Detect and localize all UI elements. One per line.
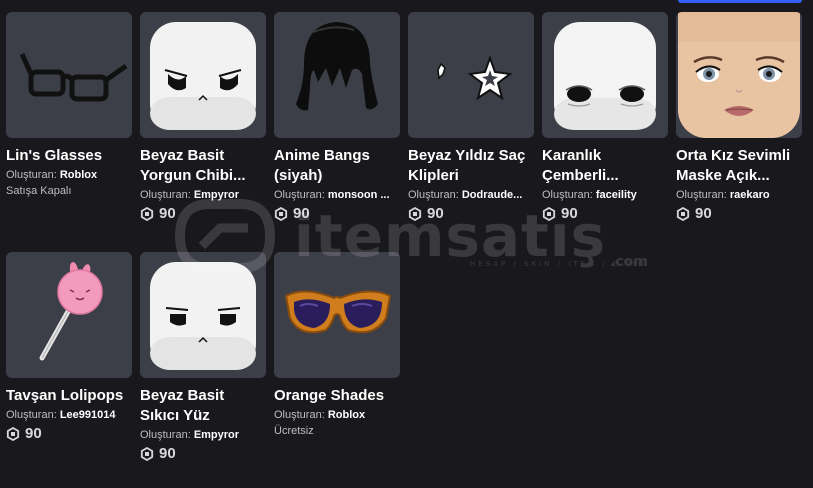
item-card[interactable]: Lin's Glasses Oluşturan: Roblox Satışa K… — [6, 12, 132, 248]
item-creator: Oluşturan: Empyror — [140, 429, 240, 441]
creator-link[interactable]: Roblox — [328, 409, 365, 421]
price-value: 90 — [427, 205, 444, 222]
robux-icon — [542, 207, 556, 221]
creator-link[interactable]: raekaro — [730, 189, 770, 201]
selected-tab-indicator — [678, 0, 802, 3]
robux-icon — [140, 207, 154, 221]
orange-shades-image — [284, 290, 392, 334]
item-thumbnail[interactable] — [6, 12, 132, 138]
item-name[interactable]: Anime Bangs (siyah) — [274, 146, 400, 186]
item-thumbnail[interactable] — [274, 12, 400, 138]
glasses-image — [19, 52, 128, 102]
item-card[interactable]: Orange Shades Oluşturan: Roblox Ücretsiz — [274, 252, 400, 488]
item-price: 90 — [6, 425, 132, 443]
item-card[interactable]: Tavşan Lolipops Oluşturan: Lee991014 90 — [6, 252, 132, 488]
item-creator: Oluşturan: raekaro — [676, 189, 770, 201]
item-creator: Oluşturan: Empyror — [140, 189, 240, 201]
item-status: Satışa Kapalı — [6, 185, 72, 197]
price-value: 90 — [25, 425, 42, 442]
item-name[interactable]: Tavşan Lolipops — [6, 386, 132, 406]
item-price: 90 — [274, 205, 400, 223]
item-card[interactable]: Beyaz Basit Yorgun Chibi... Oluşturan: E… — [140, 12, 266, 248]
item-name[interactable]: Orta Kız Sevimli Maske Açık... — [676, 146, 802, 186]
price-value: 90 — [159, 445, 176, 462]
item-thumbnail[interactable] — [140, 12, 266, 138]
item-thumbnail[interactable] — [140, 252, 266, 378]
item-thumbnail[interactable] — [408, 12, 534, 138]
item-card[interactable]: Karanlık Çemberli... Oluşturan: faceilit… — [542, 12, 668, 248]
item-thumbnail[interactable] — [542, 12, 668, 138]
white-face-tired-image — [150, 22, 256, 130]
item-price: 90 — [542, 205, 668, 223]
item-name[interactable]: Orange Shades — [274, 386, 400, 406]
price-value: 90 — [695, 205, 712, 222]
cute-mask-face-image — [678, 12, 800, 138]
item-price: 90 — [140, 445, 266, 463]
item-creator: Oluşturan: Dodraude... — [408, 189, 523, 201]
creator-link[interactable]: Dodraude... — [462, 189, 523, 201]
star-hair-clips-image — [437, 55, 513, 101]
white-face-bored-image — [150, 262, 256, 370]
creator-link[interactable]: Empyror — [194, 429, 239, 441]
item-price: 90 — [676, 205, 802, 223]
item-thumbnail[interactable] — [274, 252, 400, 378]
item-card[interactable]: Orta Kız Sevimli Maske Açık... Oluşturan… — [676, 12, 802, 248]
creator-link[interactable]: faceility — [596, 189, 637, 201]
robux-icon — [140, 447, 154, 461]
item-name[interactable]: Beyaz Basit Yorgun Chibi... — [140, 146, 266, 186]
item-creator: Oluşturan: Roblox — [6, 169, 98, 181]
item-creator: Oluşturan: faceility — [542, 189, 637, 201]
creator-link[interactable]: Lee991014 — [60, 409, 116, 421]
robux-icon — [676, 207, 690, 221]
item-thumbnail[interactable] — [6, 252, 132, 378]
creator-link[interactable]: Empyror — [194, 189, 239, 201]
item-price: 90 — [408, 205, 534, 223]
item-creator: Oluşturan: Roblox — [274, 409, 366, 421]
item-creator: Oluşturan: monsoon ... — [274, 189, 390, 201]
creator-link[interactable]: Roblox — [60, 169, 97, 181]
price-value: 90 — [159, 205, 176, 222]
item-price: 90 — [140, 205, 266, 223]
item-thumbnail[interactable] — [676, 12, 802, 138]
item-name[interactable]: Lin's Glasses — [6, 146, 132, 166]
robux-icon — [408, 207, 422, 221]
bunny-lollipop-image — [39, 262, 103, 361]
item-card[interactable]: Anime Bangs (siyah) Oluşturan: monsoon .… — [274, 12, 400, 248]
creator-link[interactable]: monsoon ... — [328, 189, 390, 201]
item-name[interactable]: Beyaz Basit Sıkıcı Yüz — [140, 386, 266, 426]
black-hair-bangs-image — [296, 22, 378, 111]
item-creator: Oluşturan: Lee991014 — [6, 409, 116, 421]
catalog-grid: Lin's Glasses Oluşturan: Roblox Satışa K… — [6, 12, 802, 488]
item-card[interactable]: Beyaz Yıldız Saç Klipleri Oluşturan: Dod… — [408, 12, 534, 248]
robux-icon — [274, 207, 288, 221]
robux-icon — [6, 427, 20, 441]
price-value: 90 — [561, 205, 578, 222]
price-value: 90 — [293, 205, 310, 222]
item-status: Ücretsiz — [274, 425, 314, 437]
item-name[interactable]: Beyaz Yıldız Saç Klipleri — [408, 146, 534, 186]
item-name[interactable]: Karanlık Çemberli... — [542, 146, 668, 186]
item-card[interactable]: Beyaz Basit Sıkıcı Yüz Oluşturan: Empyro… — [140, 252, 266, 488]
dark-circles-face-image — [554, 22, 656, 130]
